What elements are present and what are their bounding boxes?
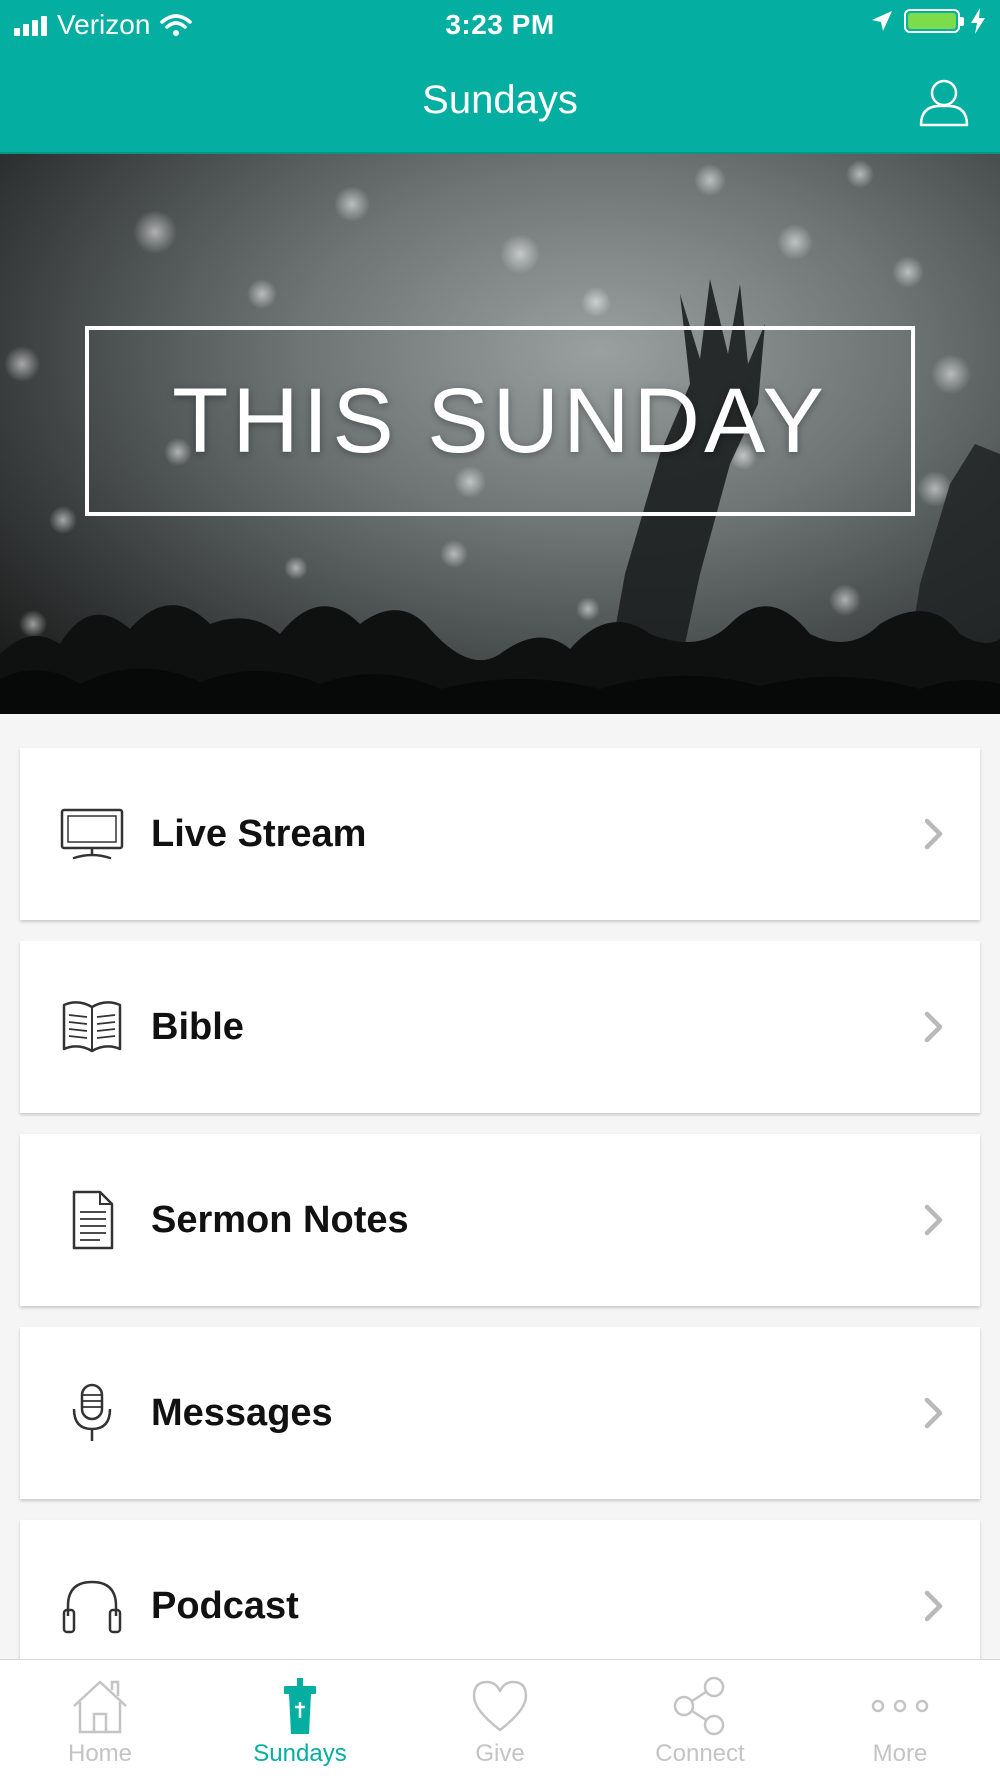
microphone-icon	[72, 1383, 112, 1441]
more-dots-icon	[871, 1699, 929, 1713]
home-icon	[73, 1680, 127, 1734]
menu-item-label: Bible	[151, 1006, 244, 1048]
menu-item-sermon-notes[interactable]: Sermon Notes	[20, 1134, 980, 1306]
open-book-icon	[62, 1001, 122, 1053]
tab-label: Sundays	[253, 1740, 347, 1767]
chevron-right-icon	[924, 1397, 943, 1429]
menu-item-label: Live Stream	[151, 813, 367, 855]
menu-item-label: Messages	[151, 1392, 333, 1434]
location-arrow-icon	[872, 11, 892, 31]
menu-item-live-stream[interactable]: Live Stream	[20, 748, 980, 920]
menu-item-messages[interactable]: Messages	[20, 1327, 980, 1499]
heart-icon	[472, 1680, 528, 1732]
headphones-icon	[62, 1580, 122, 1634]
status-time: 3:23 PM	[445, 9, 555, 40]
page-title: Sundays	[422, 78, 578, 122]
tab-connect[interactable]: Connect	[600, 1660, 800, 1779]
menu-item-bible[interactable]: Bible	[20, 941, 980, 1113]
menu-item-label: Sermon Notes	[151, 1199, 409, 1241]
tab-sundays[interactable]: Sundays	[200, 1660, 400, 1779]
tab-more[interactable]: More	[800, 1660, 1000, 1779]
nav-bar: Sundays	[0, 50, 1000, 154]
tab-label: Give	[475, 1740, 525, 1767]
battery-icon	[904, 9, 964, 33]
hero-title: THIS SUNDAY	[172, 369, 828, 472]
profile-icon[interactable]	[918, 76, 970, 128]
chevron-right-icon	[924, 1011, 943, 1043]
chevron-right-icon	[924, 1204, 943, 1236]
chevron-right-icon	[924, 1590, 943, 1622]
pulpit-icon	[284, 1678, 316, 1734]
status-right	[870, 8, 986, 34]
tab-label: Home	[67, 1740, 133, 1767]
status-bar: Verizon 3:23 PM	[0, 0, 1000, 50]
hero-title-frame: THIS SUNDAY	[85, 326, 915, 516]
monitor-icon	[60, 808, 124, 860]
tab-label: More	[872, 1740, 928, 1767]
chevron-right-icon	[924, 818, 943, 850]
tab-bar: Home Sundays Give Connect More	[0, 1659, 1000, 1779]
tab-home[interactable]: Home	[0, 1660, 200, 1779]
charging-bolt-icon	[971, 8, 985, 34]
tab-label: Connect	[655, 1740, 745, 1767]
document-icon	[72, 1190, 114, 1250]
this-sunday-banner[interactable]: THIS SUNDAY	[0, 154, 1000, 714]
tab-give[interactable]: Give	[400, 1660, 600, 1779]
share-icon	[673, 1676, 725, 1736]
